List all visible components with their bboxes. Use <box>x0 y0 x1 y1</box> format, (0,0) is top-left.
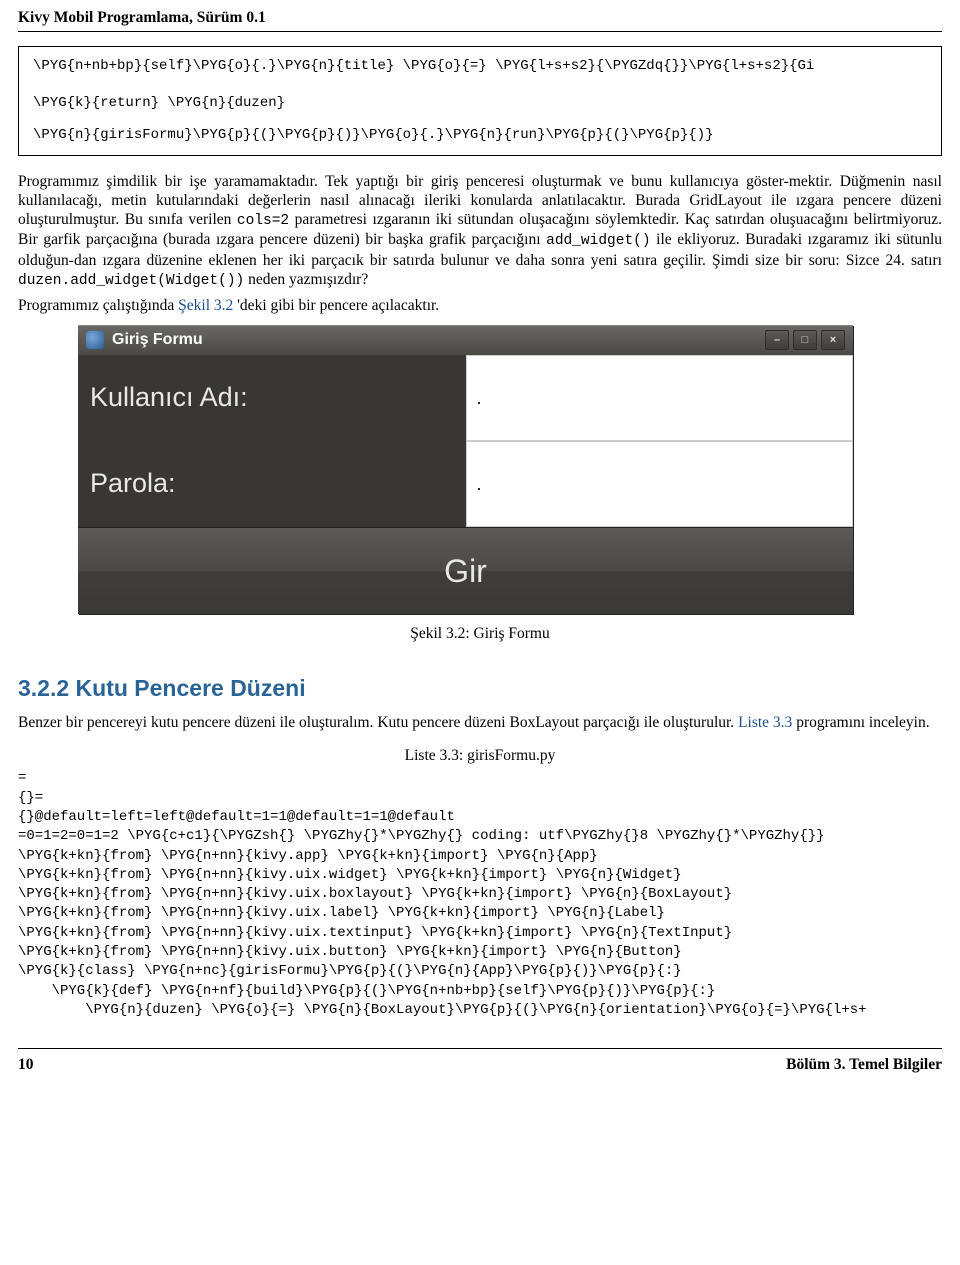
code-line: \PYG{k+kn}{from} \PYG{n+nn}{kivy.uix.box… <box>18 885 942 904</box>
code-line: \PYG{k+kn}{from} \PYG{n+nn}{kivy.uix.lab… <box>18 904 942 923</box>
body-paragraph: Programımız çalıştığında Şekil 3.2 'deki… <box>18 296 942 315</box>
inline-code: add_widget() <box>546 233 650 249</box>
code-line: \PYG{n}{girisFormu}\PYG{p}{(}\PYG{p}{)}\… <box>33 124 927 146</box>
listing-caption: Liste 3.3: girisFormu.py <box>18 746 942 765</box>
body-paragraph: Programımız şimdilik bir işe yaramamakta… <box>18 172 942 291</box>
listing-reference-link[interactable]: Liste 3.3 <box>738 714 792 731</box>
code-line: =0=1=2=0=1=2 \PYG{c+c1}{\PYGZsh{} \PYGZh… <box>18 827 942 846</box>
figure-reference-link[interactable]: Şekil 3.2 <box>178 297 233 314</box>
section-heading: 3.2.2 Kutu Pencere Düzeni <box>18 674 942 703</box>
chapter-label: Bölüm 3. Temel Bilgiler <box>786 1055 942 1074</box>
header-rule <box>18 31 942 32</box>
code-line: = <box>18 769 942 788</box>
page-number: 10 <box>18 1055 34 1074</box>
label-username: Kullanıcı Adı: <box>78 355 466 439</box>
label-password: Parola: <box>78 441 466 525</box>
input-password[interactable]: . <box>466 441 854 527</box>
doc-header: Kivy Mobil Programlama, Sürüm 0.1 <box>18 4 942 29</box>
minimize-button[interactable]: – <box>765 330 789 350</box>
maximize-button[interactable]: □ <box>793 330 817 350</box>
window-titlebar: Giriş Formu – □ × <box>78 325 853 355</box>
code-line: \PYG{k+kn}{from} \PYG{n+nn}{kivy.uix.wid… <box>18 866 942 885</box>
code-line: \PYG{k}{class} \PYG{n+nc}{girisFormu}\PY… <box>18 962 942 981</box>
app-window: Giriş Formu – □ × Kullanıcı Adı: . Parol… <box>78 325 853 614</box>
submit-button[interactable]: Gir <box>78 527 853 614</box>
figure-caption: Şekil 3.2: Giriş Formu <box>18 624 942 643</box>
code-line: {}= <box>18 789 942 808</box>
code-line: \PYG{k+kn}{from} \PYG{n+nn}{kivy.uix.tex… <box>18 924 942 943</box>
code-line: \PYG{n}{duzen} \PYG{o}{=} \PYG{n}{BoxLay… <box>18 1001 942 1020</box>
code-line: \PYG{k}{return} \PYG{n}{duzen} <box>33 92 927 114</box>
code-line: \PYG{n+nb+bp}{self}\PYG{o}{.}\PYG{n}{tit… <box>33 55 927 77</box>
code-line: \PYG{k+kn}{from} \PYG{n+nn}{kivy.app} \P… <box>18 847 942 866</box>
code-line: {}@default=left=left@default=1=1@default… <box>18 808 942 827</box>
inline-code: cols=2 <box>237 213 289 229</box>
body-paragraph: Benzer bir pencereyi kutu pencere düzeni… <box>18 713 942 732</box>
code-line: \PYG{k}{def} \PYG{n+nf}{build}\PYG{p}{(}… <box>18 982 942 1001</box>
page-footer: 10 Bölüm 3. Temel Bilgiler <box>18 1048 942 1082</box>
app-icon <box>86 331 104 349</box>
code-line: \PYG{k+kn}{from} \PYG{n+nn}{kivy.uix.but… <box>18 943 942 962</box>
window-title: Giriş Formu <box>112 330 761 350</box>
figure-screenshot: Giriş Formu – □ × Kullanıcı Adı: . Parol… <box>18 325 942 614</box>
input-username[interactable]: . <box>466 355 854 441</box>
code-box-top: \PYG{n+nb+bp}{self}\PYG{o}{.}\PYG{n}{tit… <box>18 46 942 155</box>
code-listing: = {}= {}@default=left=left@default=1=1@d… <box>18 769 942 1020</box>
inline-code: duzen.add_widget(Widget()) <box>18 273 244 289</box>
close-button[interactable]: × <box>821 330 845 350</box>
